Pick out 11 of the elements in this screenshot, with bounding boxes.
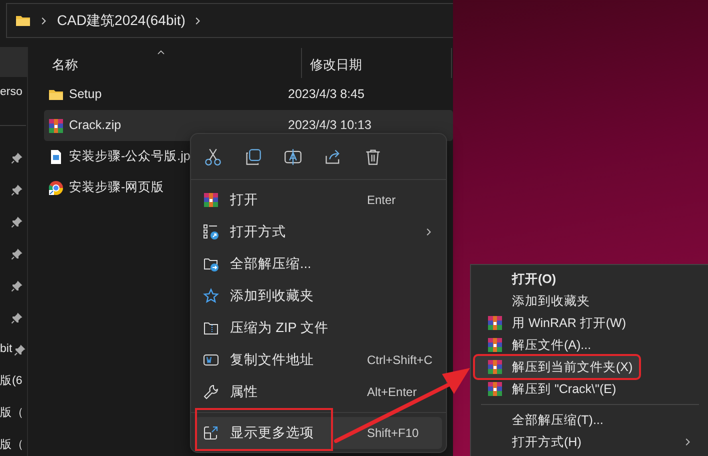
file-date: 2023/4/3 8:45 xyxy=(288,86,364,104)
file-name: 安装步骤-网页版 xyxy=(69,179,164,196)
file-name: Setup xyxy=(69,86,102,104)
shortcut-text: Alt+Enter xyxy=(367,384,417,401)
file-name: 安装步骤-公众号版.jp xyxy=(69,148,190,166)
file-date: 2023/4/3 10:13 xyxy=(288,117,372,134)
file-name: Crack.zip xyxy=(69,117,122,134)
shortcut-text: Ctrl+Shift+C xyxy=(367,352,432,369)
folder-path-text: CAD建筑2024(64bit) xyxy=(57,11,186,30)
shortcut-text: Enter xyxy=(367,192,396,209)
shortcut-text: Shift+F10 xyxy=(367,425,419,442)
